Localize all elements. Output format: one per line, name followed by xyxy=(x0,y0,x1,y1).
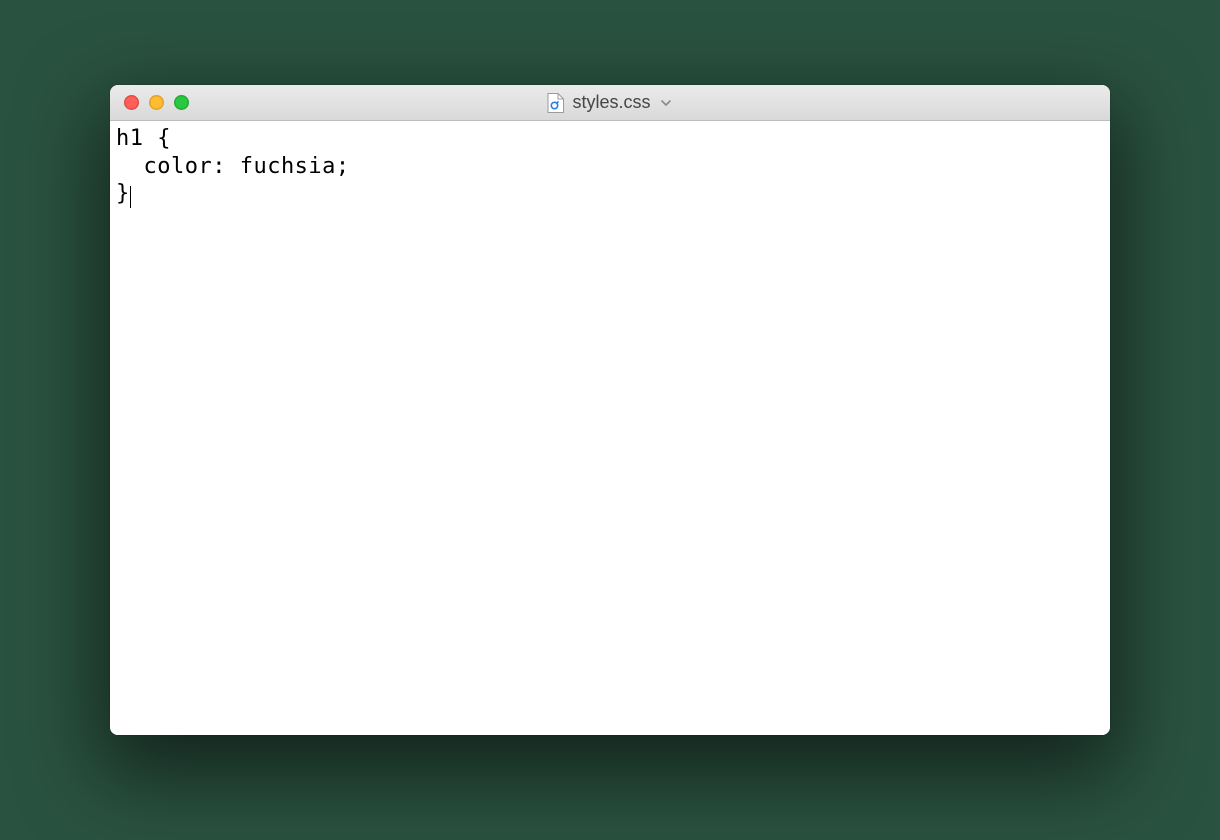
css-file-icon xyxy=(547,93,564,113)
titlebar[interactable]: styles.css xyxy=(110,85,1110,121)
minimize-button[interactable] xyxy=(149,95,164,110)
editor-area[interactable]: h1 { color: fuchsia; } xyxy=(110,121,1110,735)
title-dropdown-chevron-icon[interactable] xyxy=(659,96,673,110)
title-center: styles.css xyxy=(110,92,1110,113)
maximize-button[interactable] xyxy=(174,95,189,110)
close-button[interactable] xyxy=(124,95,139,110)
traffic-lights xyxy=(110,95,189,110)
text-cursor xyxy=(130,186,132,208)
editor-window: styles.css h1 { color: fuchsia; } xyxy=(110,85,1110,735)
code-text: h1 { color: fuchsia; } xyxy=(116,126,350,206)
window-title: styles.css xyxy=(572,92,650,113)
code-content[interactable]: h1 { color: fuchsia; } xyxy=(116,125,1104,208)
